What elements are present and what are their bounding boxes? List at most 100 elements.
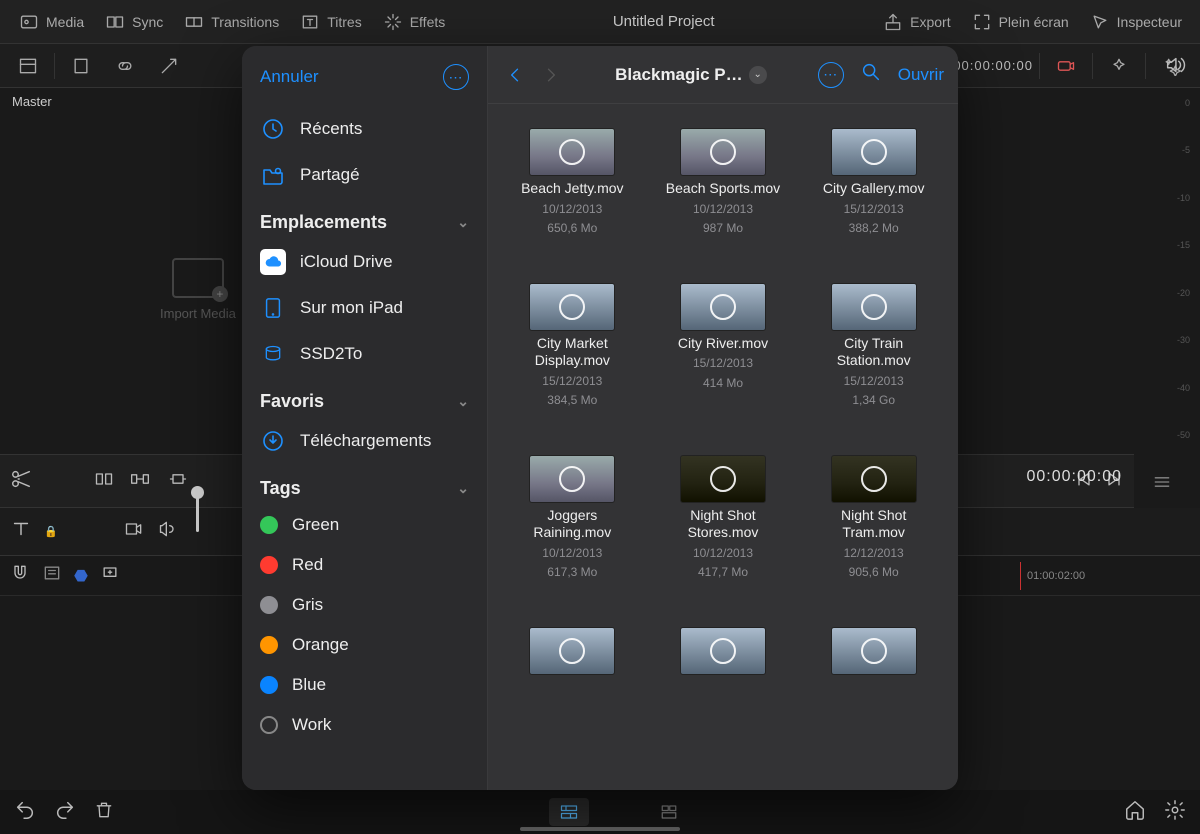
file-item[interactable]: Night Shot Tram.mov12/12/2013905,6 Mo	[807, 455, 940, 581]
trash-icon[interactable]	[94, 800, 114, 825]
file-item[interactable]: City Market Display.mov15/12/2013384,5 M…	[506, 283, 639, 409]
layout-button[interactable]	[8, 50, 48, 82]
sidebar-recents-label: Récents	[300, 119, 362, 139]
file-date: 15/12/2013	[844, 202, 904, 218]
open-button[interactable]: Ouvrir	[898, 65, 944, 85]
undo-icon[interactable]	[14, 799, 36, 826]
sidebar-tag-work[interactable]: Work	[242, 705, 487, 745]
video-track-icon[interactable]	[122, 519, 146, 544]
marker-list-icon[interactable]	[42, 563, 62, 588]
tags-section-header[interactable]: Tags ⌄	[242, 464, 487, 505]
file-item[interactable]	[506, 627, 639, 675]
import-media-drop[interactable]: Import Media	[160, 258, 236, 321]
export-button[interactable]: Export	[876, 11, 956, 33]
sidebar-tag-blue[interactable]: Blue	[242, 665, 487, 705]
transport-menu-icon[interactable]	[1152, 472, 1172, 497]
file-name: Night Shot Stores.mov	[658, 507, 788, 542]
tab-transitions-label: Transitions	[211, 14, 279, 30]
trim-icon[interactable]	[126, 469, 154, 494]
file-name: City Market Display.mov	[507, 335, 637, 370]
sidebar-tag-gris[interactable]: Gris	[242, 585, 487, 625]
sidebar-item-ssd[interactable]: SSD2To	[242, 331, 487, 377]
file-thumbnail	[831, 283, 917, 331]
file-name: Joggers Raining.mov	[507, 507, 637, 542]
file-item[interactable]: Beach Sports.mov10/12/2013987 Mo	[657, 128, 790, 237]
search-icon[interactable]	[860, 61, 882, 88]
file-thumbnail	[680, 455, 766, 503]
edit-page-tab[interactable]	[649, 798, 689, 826]
fullscreen-button[interactable]: Plein écran	[965, 11, 1075, 33]
file-size: 1,34 Go	[852, 393, 895, 409]
fullscreen-label: Plein écran	[999, 14, 1069, 30]
sidebar-item-ipad[interactable]: Sur mon iPad	[242, 285, 487, 331]
split-icon[interactable]	[92, 469, 116, 494]
sidebar-tag-orange[interactable]: Orange	[242, 625, 487, 665]
text-track-icon[interactable]	[10, 518, 32, 545]
browser-title[interactable]: Blackmagic P…	[615, 65, 743, 85]
file-thumbnail	[680, 128, 766, 176]
icloud-icon	[260, 249, 286, 275]
transitions-icon	[183, 11, 205, 33]
file-item[interactable]: Night Shot Stores.mov10/12/2013417,7 Mo	[657, 455, 790, 581]
sidebar-item-recents[interactable]: Récents	[242, 106, 487, 152]
play-ring-icon	[861, 294, 887, 320]
file-item[interactable]	[657, 627, 790, 675]
nav-forward-icon[interactable]	[538, 62, 564, 88]
inspector-button[interactable]: Inspecteur	[1083, 11, 1188, 33]
tab-sync[interactable]: Sync	[98, 11, 169, 33]
header-more-icon[interactable]: ⋯	[818, 62, 844, 88]
file-size: 417,7 Mo	[698, 565, 748, 581]
audio-meter: 0 -5 -10 -15 -20 -30 -40 -50	[1150, 94, 1190, 444]
file-date: 15/12/2013	[693, 356, 753, 372]
sparkle-button[interactable]	[1099, 50, 1139, 82]
sidebar-item-icloud[interactable]: iCloud Drive	[242, 239, 487, 285]
file-item[interactable]	[807, 627, 940, 675]
tag-dot-orange	[260, 636, 278, 654]
toolbar-timecode: 00:00:00:00	[953, 58, 1033, 73]
favorites-section-header[interactable]: Favoris ⌄	[242, 377, 487, 418]
sidebar-item-downloads[interactable]: Téléchargements	[242, 418, 487, 464]
clip-button[interactable]	[61, 50, 101, 82]
tab-titres[interactable]: Titres	[293, 11, 367, 33]
settings-icon[interactable]	[1164, 799, 1186, 826]
slide-icon[interactable]	[164, 469, 192, 494]
locations-section-header[interactable]: Emplacements ⌄	[242, 198, 487, 239]
file-size: 905,6 Mo	[849, 565, 899, 581]
file-size: 650,6 Mo	[547, 221, 597, 237]
volume-icon[interactable]	[1164, 54, 1186, 81]
tab-effets[interactable]: Effets	[376, 11, 452, 33]
play-ring-icon	[861, 139, 887, 165]
chevron-down-icon: ⌄	[457, 214, 469, 231]
sidebar-tag-green[interactable]: Green	[242, 505, 487, 545]
camera-button[interactable]	[1046, 50, 1086, 82]
file-item[interactable]: City Train Station.mov15/12/20131,34 Go	[807, 283, 940, 409]
download-icon	[260, 428, 286, 454]
sidebar-tag-red[interactable]: Red	[242, 545, 487, 585]
import-media-icon	[172, 258, 224, 298]
wand-button[interactable]	[149, 50, 189, 82]
nav-back-icon[interactable]	[502, 62, 528, 88]
redo-icon[interactable]	[54, 799, 76, 826]
flag-icon[interactable]: ⬣	[74, 566, 88, 586]
file-item[interactable]: City River.mov15/12/2013414 Mo	[657, 283, 790, 409]
add-marker-icon[interactable]	[100, 563, 120, 588]
file-item[interactable]: City Gallery.mov15/12/2013388,2 Mo	[807, 128, 940, 237]
sidebar-more-icon[interactable]: ⋯	[443, 64, 469, 90]
home-icon[interactable]	[1124, 799, 1146, 826]
title-chevron-icon[interactable]: ⌄	[749, 66, 767, 84]
tab-media[interactable]: Media	[12, 11, 90, 33]
sidebar-item-shared[interactable]: Partagé	[242, 152, 487, 198]
file-item[interactable]: Beach Jetty.mov10/12/2013650,6 Mo	[506, 128, 639, 237]
cancel-button[interactable]: Annuler	[260, 67, 319, 87]
audio-track-icon[interactable]	[158, 519, 178, 544]
tab-transitions[interactable]: Transitions	[177, 11, 285, 33]
magnet-icon[interactable]	[10, 563, 30, 588]
scissors-icon[interactable]	[10, 468, 32, 495]
link-button[interactable]	[105, 50, 145, 82]
file-item[interactable]: Joggers Raining.mov10/12/2013617,3 Mo	[506, 455, 639, 581]
play-ring-icon	[710, 466, 736, 492]
file-thumbnail	[680, 627, 766, 675]
clock-icon	[260, 116, 286, 142]
cut-page-tab[interactable]	[549, 798, 589, 826]
lock-icon[interactable]: 🔒	[44, 525, 58, 538]
